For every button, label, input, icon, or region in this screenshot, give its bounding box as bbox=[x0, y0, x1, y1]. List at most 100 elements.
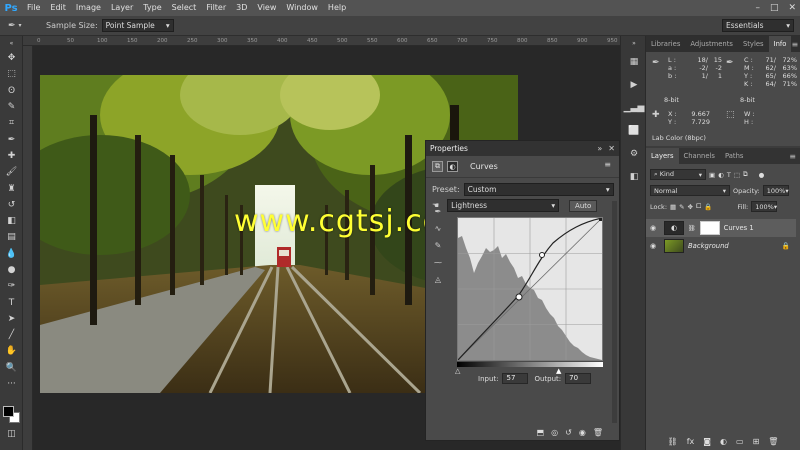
curves-graph[interactable] bbox=[457, 217, 603, 361]
new-adjustment-icon[interactable]: ◐ bbox=[720, 437, 727, 446]
workspace-select[interactable]: Essentials ▾ bbox=[722, 19, 794, 32]
filter-shape-icon[interactable]: ⬚ bbox=[734, 171, 740, 179]
curve-points-icon[interactable]: ∿ bbox=[431, 220, 445, 237]
hand-tool-icon[interactable]: ✋ bbox=[0, 343, 23, 359]
menu-layer[interactable]: Layer bbox=[106, 0, 138, 16]
new-group-icon[interactable]: ▭ bbox=[736, 437, 744, 446]
visibility-eye-icon[interactable]: ◉ bbox=[579, 428, 586, 437]
stamp-tool-icon[interactable]: ♜ bbox=[0, 180, 23, 196]
maximize-button[interactable]: □ bbox=[770, 3, 779, 13]
add-mask-icon[interactable]: ◙ bbox=[703, 437, 711, 446]
trash-icon[interactable]: 🗑 bbox=[768, 437, 778, 446]
filter-smart-icon[interactable]: ⧉ bbox=[743, 170, 748, 179]
blur-tool-icon[interactable]: 💧 bbox=[0, 246, 23, 262]
layer-style-icon[interactable]: fx bbox=[687, 437, 695, 446]
collapse-icon[interactable]: » bbox=[621, 36, 647, 50]
sample-size-select[interactable]: Point Sample ▾ bbox=[101, 19, 174, 32]
collapse-icon[interactable]: « bbox=[0, 36, 23, 50]
brush-settings-icon[interactable]: ⚙ bbox=[621, 142, 647, 165]
menu-edit[interactable]: Edit bbox=[45, 0, 71, 16]
panel-menu-icon[interactable]: ≡ bbox=[791, 40, 800, 49]
layer-mask-thumbnail[interactable] bbox=[699, 221, 720, 235]
menu-type[interactable]: Type bbox=[138, 0, 166, 16]
properties-scrollbar[interactable] bbox=[612, 201, 617, 423]
histogram-panel-icon[interactable]: ▁▃▅ bbox=[621, 96, 647, 119]
healing-brush-icon[interactable]: ✚ bbox=[0, 148, 23, 164]
layer-name[interactable]: Background bbox=[688, 242, 729, 250]
dodge-tool-icon[interactable]: ● bbox=[0, 262, 23, 278]
filter-kind-select[interactable]: ⌕ Kind ▾ bbox=[650, 169, 706, 180]
zoom-tool-icon[interactable]: 🔍 bbox=[0, 360, 23, 376]
pen-tool-icon[interactable]: ✑ bbox=[0, 278, 23, 294]
type-tool-icon[interactable]: T bbox=[0, 294, 23, 310]
close-button[interactable]: ✕ bbox=[788, 3, 796, 13]
quick-select-tool-icon[interactable]: ✎ bbox=[0, 99, 23, 115]
more-tools-icon[interactable]: ··· bbox=[0, 376, 23, 392]
tab-properties[interactable]: Properties bbox=[430, 144, 468, 153]
new-layer-icon[interactable]: ⊞ bbox=[753, 437, 760, 446]
crop-tool-icon[interactable]: ⌗ bbox=[0, 115, 23, 131]
layer-row-curves[interactable]: ◉ ◐ ⛓ Curves 1 bbox=[646, 219, 796, 237]
menu-select[interactable]: Select bbox=[167, 0, 202, 16]
menu-help[interactable]: Help bbox=[323, 0, 351, 16]
eraser-tool-icon[interactable]: ◧ bbox=[0, 213, 23, 229]
history-panel-icon[interactable]: ▦ bbox=[621, 50, 647, 73]
adjustments-panel-icon[interactable]: ◧ bbox=[621, 165, 647, 188]
brush-tool-icon[interactable]: 🖌 bbox=[0, 164, 23, 180]
quick-mask-icon[interactable]: ◫ bbox=[0, 426, 23, 442]
mask-icon[interactable]: ◐ bbox=[447, 161, 458, 172]
move-tool-icon[interactable]: ✥ bbox=[0, 50, 23, 66]
panel-menu-icon[interactable]: ≡ bbox=[789, 152, 800, 161]
filter-adjust-icon[interactable]: ◐ bbox=[718, 171, 724, 179]
chain-link-icon[interactable]: ⛓ bbox=[688, 225, 696, 232]
layer-row-background[interactable]: ◉ Background 🔒 bbox=[646, 237, 796, 255]
path-select-tool-icon[interactable]: ➤ bbox=[0, 311, 23, 327]
menu-filter[interactable]: Filter bbox=[201, 0, 231, 16]
clip-to-layer-icon[interactable]: ⬒ bbox=[537, 428, 545, 437]
tab-channels[interactable]: Channels bbox=[679, 148, 720, 164]
lock-pixels-icon[interactable]: ✎ bbox=[679, 203, 684, 211]
output-field[interactable]: 70 bbox=[565, 373, 592, 384]
adjustment-icon[interactable]: ⧉ bbox=[432, 161, 443, 172]
foreground-color-swatch[interactable] bbox=[3, 406, 14, 417]
filter-type-icon[interactable]: T bbox=[727, 171, 731, 179]
panel-close-icon[interactable]: ✕ bbox=[608, 144, 615, 153]
menu-window[interactable]: Window bbox=[281, 0, 323, 16]
white-point-eyedropper-icon[interactable]: ✒ bbox=[431, 203, 445, 220]
expand-panel-icon[interactable]: » bbox=[597, 144, 602, 153]
tab-info[interactable]: Info bbox=[768, 36, 792, 52]
lock-all-icon[interactable]: 🔒 bbox=[704, 203, 712, 211]
actions-play-icon[interactable]: ▶ bbox=[621, 73, 647, 96]
lock-transparent-icon[interactable]: ▦ bbox=[670, 203, 676, 211]
trash-icon[interactable]: 🗑 bbox=[593, 428, 603, 437]
opacity-input[interactable]: 100% ▾ bbox=[762, 185, 789, 196]
layer-name[interactable]: Curves 1 bbox=[724, 224, 754, 232]
tab-libraries[interactable]: Libraries bbox=[646, 36, 685, 52]
line-tool-icon[interactable]: ╱ bbox=[0, 327, 23, 343]
pencil-draw-icon[interactable]: ✎ bbox=[431, 237, 445, 254]
link-layers-icon[interactable]: ⛓ bbox=[668, 437, 678, 446]
blend-mode-select[interactable]: Normal ▾ bbox=[650, 185, 730, 196]
tab-paths[interactable]: Paths bbox=[720, 148, 748, 164]
tab-styles[interactable]: Styles bbox=[738, 36, 769, 52]
lasso-tool-icon[interactable]: ʘ bbox=[0, 83, 23, 99]
lock-artboard-icon[interactable]: ⧠ bbox=[696, 202, 701, 211]
color-swatches[interactable] bbox=[3, 406, 20, 423]
menu-image[interactable]: Image bbox=[71, 0, 106, 16]
tool-preset-picker[interactable]: ✒ ▾ bbox=[0, 21, 40, 31]
preset-select[interactable]: Custom ▾ bbox=[463, 183, 614, 196]
smooth-curve-icon[interactable]: ⁓ bbox=[431, 254, 445, 271]
lock-position-icon[interactable]: ✥ bbox=[688, 203, 693, 211]
reset-icon[interactable]: ↺ bbox=[565, 428, 572, 437]
filter-pixel-icon[interactable]: ▣ bbox=[709, 171, 715, 179]
auto-button[interactable]: Auto bbox=[569, 199, 598, 212]
minimize-button[interactable]: – bbox=[755, 3, 760, 13]
filter-toggle-icon[interactable]: ● bbox=[759, 171, 765, 179]
black-point-slider[interactable]: △ bbox=[455, 367, 460, 375]
menu-file[interactable]: File bbox=[22, 0, 45, 16]
history-brush-icon[interactable]: ↺ bbox=[0, 197, 23, 213]
navigator-panel-icon[interactable]: ⬜ bbox=[621, 119, 647, 142]
eyedropper-tool-icon[interactable]: ✒ bbox=[0, 131, 23, 147]
view-previous-icon[interactable]: ◎ bbox=[551, 428, 558, 437]
channel-select[interactable]: Lightness ▾ bbox=[447, 199, 560, 212]
